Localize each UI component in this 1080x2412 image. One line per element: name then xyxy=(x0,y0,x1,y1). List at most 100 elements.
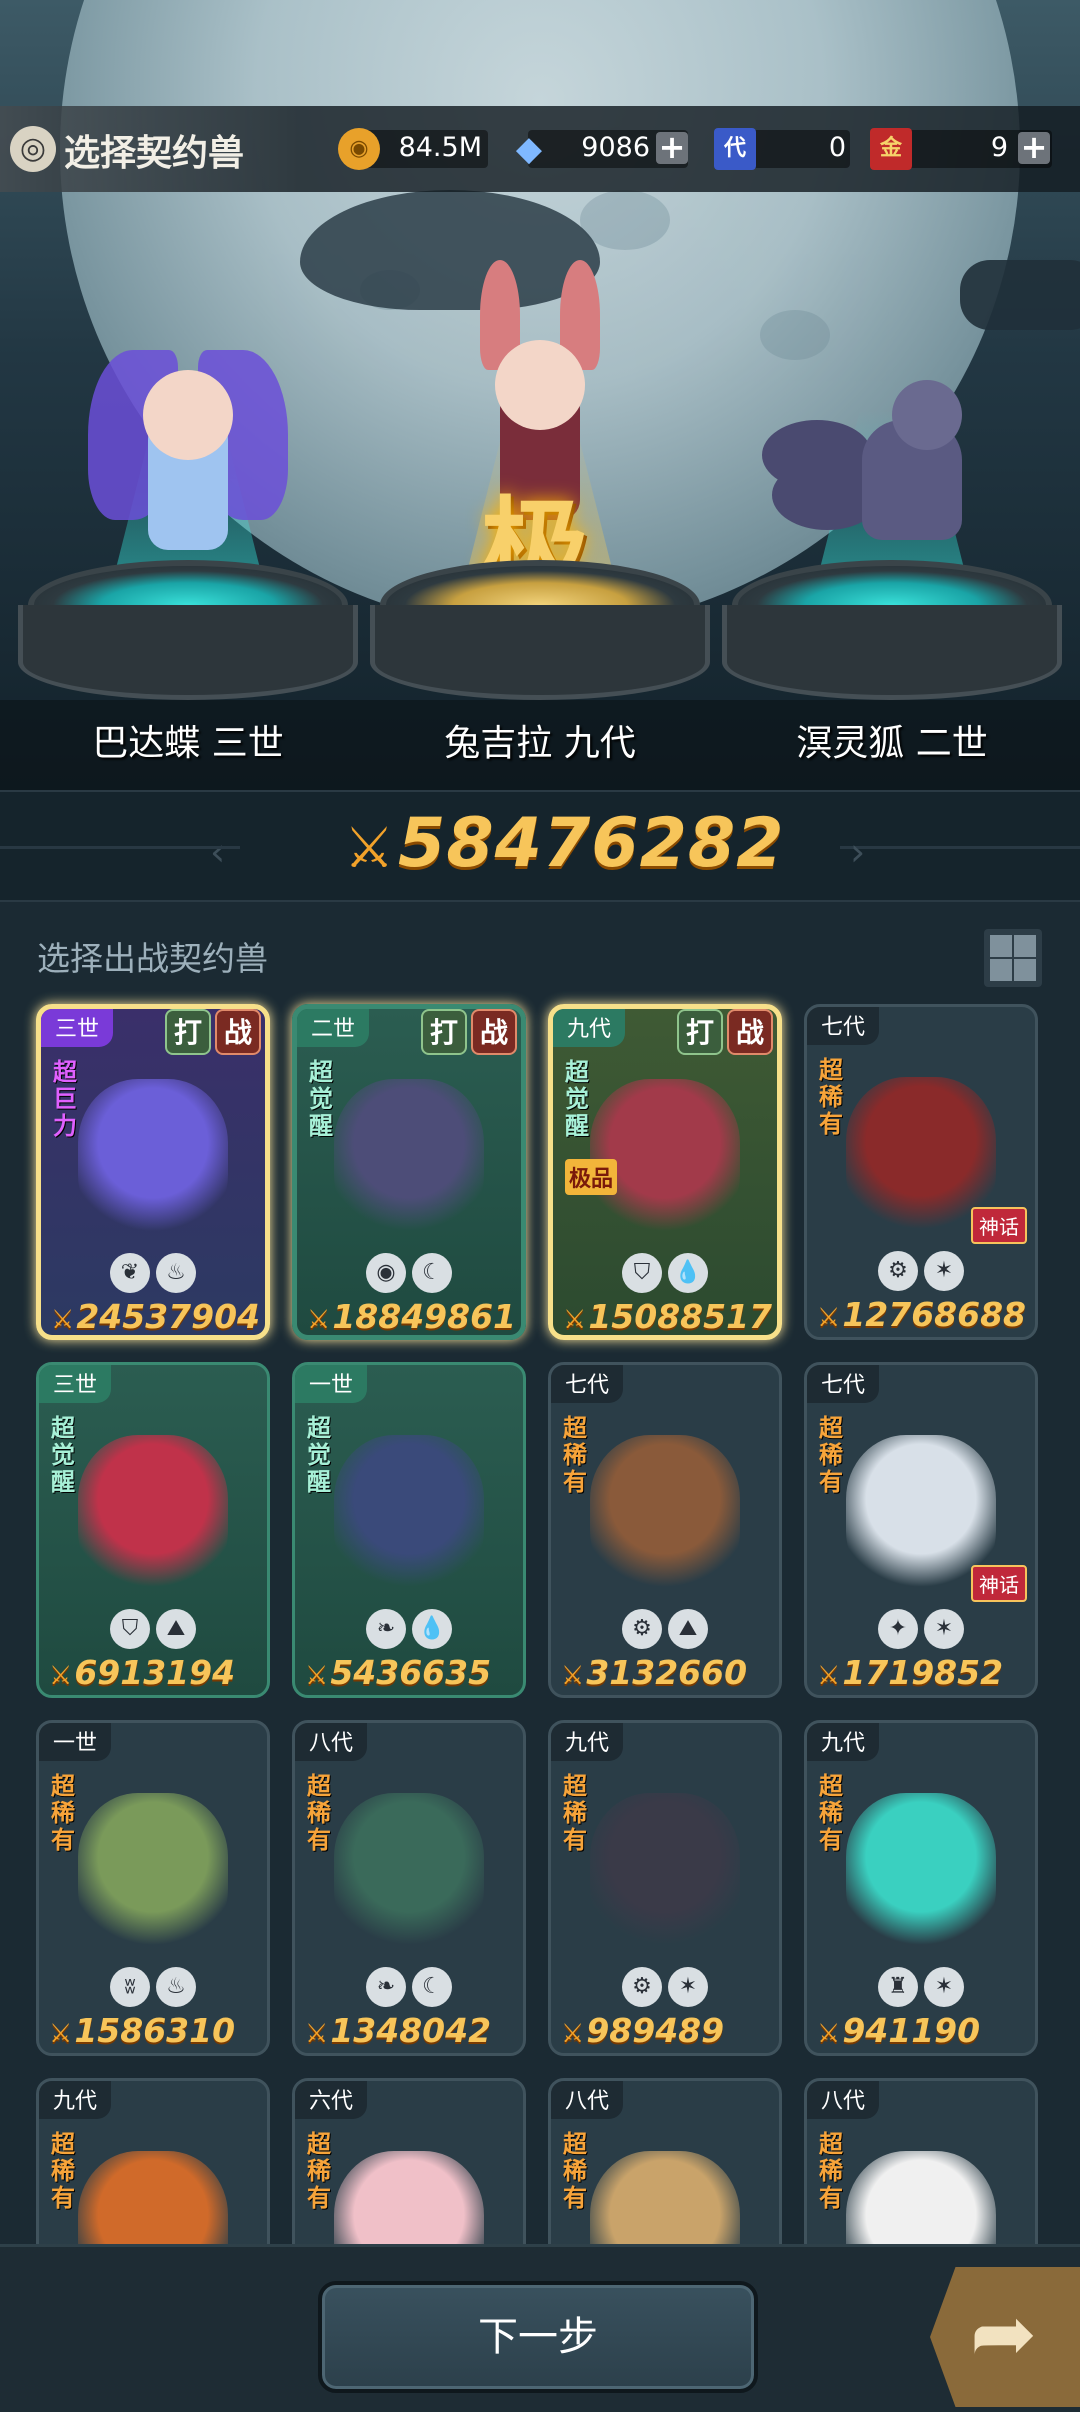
beast-card[interactable]: 八代 超稀有 xyxy=(548,2078,782,2244)
next-step-button[interactable]: 下一步 xyxy=(318,2281,758,2393)
share-button[interactable]: ➦ xyxy=(930,2267,1080,2407)
combat-power-value: 3132660 xyxy=(586,1653,748,1692)
grade-badge: 极品 xyxy=(565,1159,618,1195)
rarity-tag: 超稀有 xyxy=(51,2130,75,2212)
element-icons: ◉ ☾ xyxy=(297,1253,521,1297)
rarity-tag: 超稀有 xyxy=(819,2130,843,2212)
gear-icon: ⚙ xyxy=(878,1251,918,1291)
beast-card[interactable]: 七代 超稀有 ⚙ ⛰ ⚔3132660 xyxy=(548,1362,782,1698)
beast-card[interactable]: 六代 超稀有 xyxy=(292,2078,526,2244)
combat-power-value: 6913194 xyxy=(74,1653,236,1692)
element-icons: ʬ ♨ xyxy=(39,1967,267,2011)
element-icons: ⚙ ✶ xyxy=(551,1967,779,2011)
claw-icon: ʬ xyxy=(110,1967,150,2007)
grid-view-toggle[interactable] xyxy=(984,929,1042,987)
beast-card[interactable]: 八代 超稀有 ❧ ☾ ⚔1348042 xyxy=(292,1720,526,2056)
generation-label: 七代 xyxy=(807,1007,880,1045)
chevron-right-icon: › xyxy=(850,830,866,874)
crystal-icon: ◆ xyxy=(515,129,543,169)
combat-power-value: 1586310 xyxy=(74,2011,236,2050)
total-power-value: 58476282 xyxy=(398,804,785,883)
hero-slot-1[interactable] xyxy=(18,350,358,710)
beast-card[interactable]: 七代 超稀有 神话 ✦ ✶ ⚔1719852 xyxy=(804,1362,1038,1698)
attack-badge: 打 xyxy=(421,1009,467,1055)
hero-slot-3[interactable] xyxy=(722,380,1062,710)
crystal-counter: ◆ 9086 + xyxy=(508,128,688,170)
combat-power-value: 941190 xyxy=(842,2011,981,2050)
beast-card[interactable]: 九代 超稀有 xyxy=(36,2078,270,2244)
tower-icon: ♜ xyxy=(878,1967,918,2007)
combat-power-value: 989489 xyxy=(586,2011,725,2050)
section-title: 选择出战契约兽 xyxy=(37,939,268,978)
add-crystal-button[interactable]: + xyxy=(656,131,688,164)
generation-label: 二世 xyxy=(297,1009,370,1047)
rarity-tag: 超稀有 xyxy=(819,1772,843,1854)
battle-badge: 战 xyxy=(727,1009,773,1055)
beast-card[interactable]: 三世 超巨力打战 ❦ ♨ ⚔24537904 xyxy=(36,1004,270,1340)
beast-card[interactable]: 九代 超稀有 ⚙ ✶ ⚔989489 xyxy=(548,1720,782,2056)
sword-icon: ⚔ xyxy=(561,2019,585,2049)
beast-card[interactable]: 九代 超觉醒 极品打战 ⛉ 💧 ⚔15088517 xyxy=(548,1004,782,1340)
element-icons: ⚙ ✶ xyxy=(807,1251,1035,1295)
combat-power: ⚔18849861 xyxy=(307,1297,521,1336)
combat-power: ⚔12768688 xyxy=(817,1295,1035,1334)
dai-ticket-icon: 代 xyxy=(714,128,756,170)
page-title: 选择契约兽 xyxy=(64,133,245,174)
hero-name-3: 溟灵狐 二世 xyxy=(796,723,988,764)
beast-card[interactable]: 九代 超稀有 ♜ ✶ ⚔941190 xyxy=(804,1720,1038,2056)
sword-icon: ⚔ xyxy=(817,2019,841,2049)
battle-badge: 战 xyxy=(471,1009,517,1055)
beast-portrait xyxy=(334,1079,484,1239)
beast-portrait xyxy=(334,1435,484,1595)
beast-card[interactable]: 二世超觉醒 打战 ◉ ☾ ⚔18849861 xyxy=(292,1004,526,1340)
beast-portrait xyxy=(846,1793,996,1953)
element-icons: ♜ ✶ xyxy=(807,1967,1035,2011)
beast-card[interactable]: 七代 超稀有 神话 ⚙ ✶ ⚔12768688 xyxy=(804,1004,1038,1340)
beast-list[interactable]: 选择出战契约兽 三世 超巨力打战 ❦ ♨ ⚔24537904 二世 超觉醒打战 ◉ ☾ ⚔1884… xyxy=(0,904,1080,2244)
generation-label: 八代 xyxy=(551,2081,624,2119)
rarity-tag: 超觉醒 xyxy=(309,1058,333,1140)
combat-power: ⚔6913194 xyxy=(49,1653,267,1692)
sword-icon: ⚔ xyxy=(817,1661,841,1691)
rarity-tag: 超稀有 xyxy=(819,1414,843,1496)
beast-portrait xyxy=(590,2151,740,2244)
combat-power: ⚔5436635 xyxy=(305,1653,523,1692)
add-jin-ticket-button[interactable]: + xyxy=(1018,131,1050,164)
combat-power: ⚔989489 xyxy=(561,2011,779,2050)
share-arrow-icon: ➦ xyxy=(970,2287,1038,2380)
fire-icon: ♨ xyxy=(156,1967,196,2007)
generation-label: 九代 xyxy=(807,1723,880,1761)
beast-card[interactable]: 一世 超稀有 ʬ ♨ ⚔1586310 xyxy=(36,1720,270,2056)
generation-label: 九代 xyxy=(551,1723,624,1761)
hero-slot-2[interactable]: 极 xyxy=(370,260,710,710)
beast-portrait xyxy=(590,1435,740,1595)
sword-icon: ⚔ xyxy=(344,816,395,881)
sword-icon: ⚔ xyxy=(49,1661,73,1691)
beast-card[interactable]: 三世 超觉醒 ⛉ ⛰ ⚔6913194 xyxy=(36,1362,270,1698)
beast-card[interactable]: 一世 超觉醒 ❧ 💧 ⚔5436635 xyxy=(292,1362,526,1698)
crystal-value: 9086 xyxy=(581,132,650,163)
combat-power: ⚔1719852 xyxy=(817,1653,1035,1692)
generation-label: 一世 xyxy=(295,1365,368,1403)
generation-label: 八代 xyxy=(295,1723,368,1761)
eye-icon: ◉ xyxy=(366,1253,406,1293)
attack-badge: 打 xyxy=(677,1009,723,1055)
hero-name-2: 兔吉拉 九代 xyxy=(444,723,636,764)
sword-icon: ⚔ xyxy=(817,1303,841,1333)
title-box: ◎ 选择契约兽 xyxy=(0,106,300,192)
rarity-tag: 超稀有 xyxy=(307,2130,331,2212)
combat-power-value: 18849861 xyxy=(332,1297,517,1336)
hero-name-strip: 巴达蝶 三世 兔吉拉 九代 溟灵狐 二世 xyxy=(0,700,1080,790)
dai-ticket-value: 0 xyxy=(828,132,846,163)
beast-card[interactable]: 八代 超稀有 xyxy=(804,2078,1038,2244)
combat-power: ⚔941190 xyxy=(817,2011,1035,2050)
beast-portrait xyxy=(78,1079,228,1239)
earth-icon: ⛰ xyxy=(156,1609,196,1649)
hero-name-1: 巴达蝶 三世 xyxy=(92,723,284,764)
earth-icon: ⛰ xyxy=(668,1609,708,1649)
gold-counter: ◉ 84.5M xyxy=(338,128,488,170)
moon-icon: ☾ xyxy=(412,1967,452,2007)
element-icons: ❧ ☾ xyxy=(295,1967,523,2011)
beast-portrait xyxy=(590,1793,740,1953)
sword-icon: ⚔ xyxy=(305,2019,329,2049)
